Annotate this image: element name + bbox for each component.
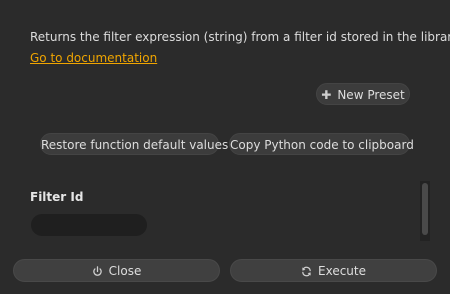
copy-python-code-label: Copy Python code to clipboard (230, 138, 414, 152)
function-panel: Returns the filter expression (string) f… (0, 0, 450, 294)
filter-id-input[interactable] (31, 214, 147, 236)
restore-defaults-button[interactable]: Restore function default values (40, 133, 228, 155)
refresh-icon (302, 266, 311, 277)
close-button[interactable]: Close (13, 259, 220, 282)
close-label: Close (108, 264, 142, 278)
plus-icon: ✚ (321, 88, 332, 102)
scrollbar-thumb[interactable] (422, 183, 428, 235)
power-icon (92, 266, 102, 276)
copy-python-code-button[interactable]: Copy Python code to clipboard (229, 133, 414, 155)
function-description: Returns the filter expression (string) f… (30, 30, 450, 44)
execute-button[interactable]: Execute (230, 259, 437, 282)
execute-label: Execute (318, 264, 366, 278)
new-preset-button[interactable]: ✚ New Preset (316, 83, 410, 105)
filter-id-label: Filter Id (30, 190, 84, 204)
new-preset-label: New Preset (337, 88, 405, 102)
documentation-link[interactable]: Go to documentation (30, 51, 157, 65)
restore-defaults-label: Restore function default values (41, 138, 229, 152)
